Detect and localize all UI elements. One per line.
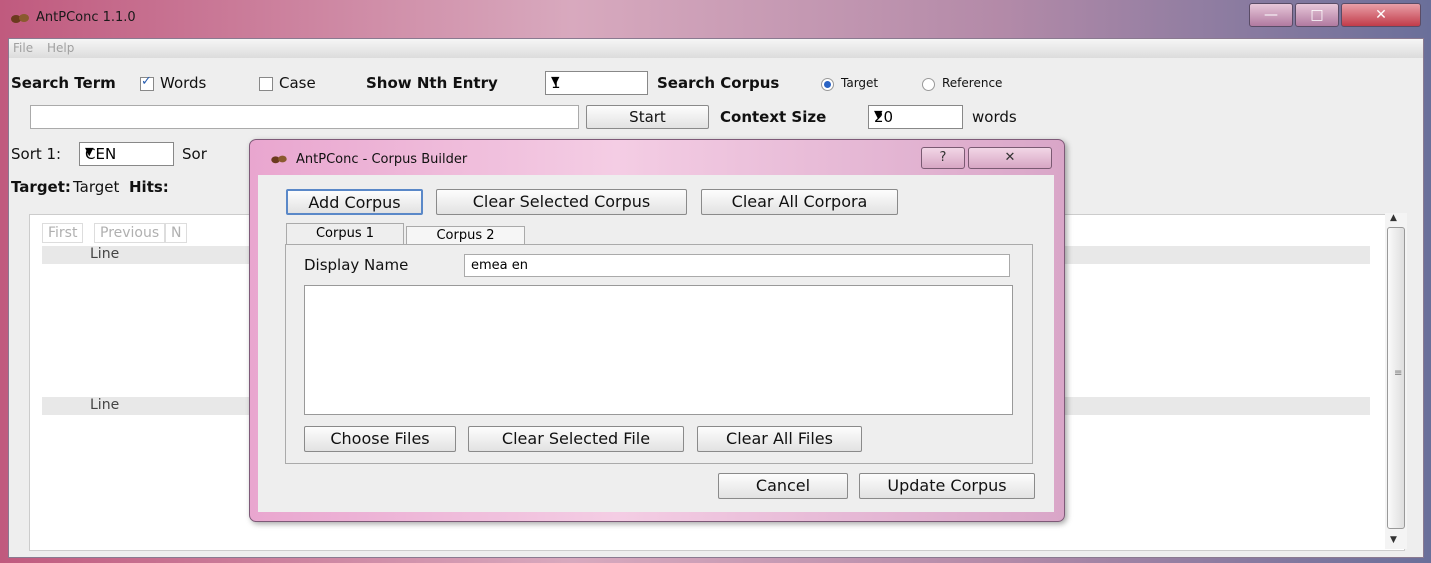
reference-radio[interactable] <box>922 78 935 91</box>
chevron-down-icon: ▼ <box>551 74 560 87</box>
clear-selected-file-button[interactable]: Clear Selected File <box>468 426 684 452</box>
show-nth-entry-label: Show Nth Entry <box>366 74 498 92</box>
words-checkbox[interactable] <box>140 74 154 91</box>
vertical-scrollbar[interactable]: ▲ ≡ ▼ <box>1385 213 1407 549</box>
corpus-tab-panel: Display Name emea en Choose Files Clear … <box>285 244 1033 464</box>
corpus-builder-dialog: AntPConc - Corpus Builder ? ✕ Add Corpus… <box>249 139 1065 522</box>
dialog-title: AntPConc - Corpus Builder <box>296 152 468 167</box>
search-corpus-label: Search Corpus <box>657 74 780 92</box>
scroll-up-arrow-icon[interactable]: ▲ <box>1390 213 1397 223</box>
display-name-label: Display Name <box>304 256 409 274</box>
search-term-label: Search Term <box>11 74 116 92</box>
display-name-input[interactable]: emea en <box>464 254 1010 277</box>
minimize-button[interactable]: — <box>1249 3 1293 27</box>
words-label: Words <box>160 74 207 92</box>
previous-page-button[interactable]: Previous <box>94 223 166 243</box>
next-page-button[interactable]: N <box>165 223 188 243</box>
sort1-select[interactable]: CEN ▼ <box>79 142 174 166</box>
search-input[interactable] <box>30 105 579 129</box>
help-button[interactable]: ? <box>921 147 965 169</box>
tab-corpus-2[interactable]: Corpus 2 <box>406 226 525 245</box>
close-button[interactable]: ✕ <box>1341 3 1421 27</box>
target-label: Target: <box>11 178 71 196</box>
target-radio[interactable] <box>821 78 834 91</box>
dialog-close-button[interactable]: ✕ <box>968 147 1052 169</box>
clear-selected-corpus-button[interactable]: Clear Selected Corpus <box>436 189 687 215</box>
sort2-label: Sor <box>182 145 207 163</box>
cancel-button[interactable]: Cancel <box>718 473 848 499</box>
window-title: AntPConc 1.1.0 <box>36 10 136 25</box>
update-corpus-button[interactable]: Update Corpus <box>859 473 1035 499</box>
add-corpus-button[interactable]: Add Corpus <box>286 189 423 215</box>
app-window: AntPConc 1.1.0 — □ ✕ File Help Search Te… <box>0 0 1431 563</box>
choose-files-button[interactable]: Choose Files <box>304 426 456 452</box>
chevron-down-icon: ▼ <box>874 108 883 121</box>
target-radio-label: Target <box>841 76 879 90</box>
dialog-body: Add Corpus Clear Selected Corpus Clear A… <box>258 175 1054 512</box>
context-size-label: Context Size <box>720 108 827 126</box>
menu-file[interactable]: File <box>13 41 33 55</box>
case-checkbox[interactable] <box>259 77 273 91</box>
title-bar[interactable]: AntPConc 1.1.0 — □ ✕ <box>0 0 1431 38</box>
line-column-header: Line <box>90 397 120 413</box>
nth-entry-select[interactable]: 1 ▼ <box>545 71 648 95</box>
target-name: Target <box>73 178 120 196</box>
ant-app-icon <box>271 155 287 164</box>
line-column-header: Line <box>90 246 120 262</box>
grip-icon: ≡ <box>1394 368 1403 379</box>
context-unit-label: words <box>972 108 1017 126</box>
sort1-label: Sort 1: <box>11 145 62 163</box>
case-label: Case <box>279 74 316 92</box>
maximize-button[interactable]: □ <box>1295 3 1339 27</box>
scrollbar-thumb[interactable]: ≡ <box>1387 227 1405 529</box>
clear-all-corpora-button[interactable]: Clear All Corpora <box>701 189 898 215</box>
file-list[interactable] <box>304 285 1013 415</box>
start-button[interactable]: Start <box>586 105 709 129</box>
hits-label: Hits: <box>129 178 169 196</box>
clear-all-files-button[interactable]: Clear All Files <box>697 426 862 452</box>
ant-app-icon <box>11 14 29 23</box>
menu-bar: File Help <box>9 39 1423 58</box>
context-size-select[interactable]: 20 ▼ <box>868 105 963 129</box>
menu-help[interactable]: Help <box>47 41 74 55</box>
scroll-down-arrow-icon[interactable]: ▼ <box>1390 535 1397 545</box>
tab-corpus-1[interactable]: Corpus 1 <box>286 223 404 245</box>
chevron-down-icon: ▼ <box>85 145 94 158</box>
reference-radio-label: Reference <box>942 76 1003 90</box>
first-page-button[interactable]: First <box>42 223 84 243</box>
